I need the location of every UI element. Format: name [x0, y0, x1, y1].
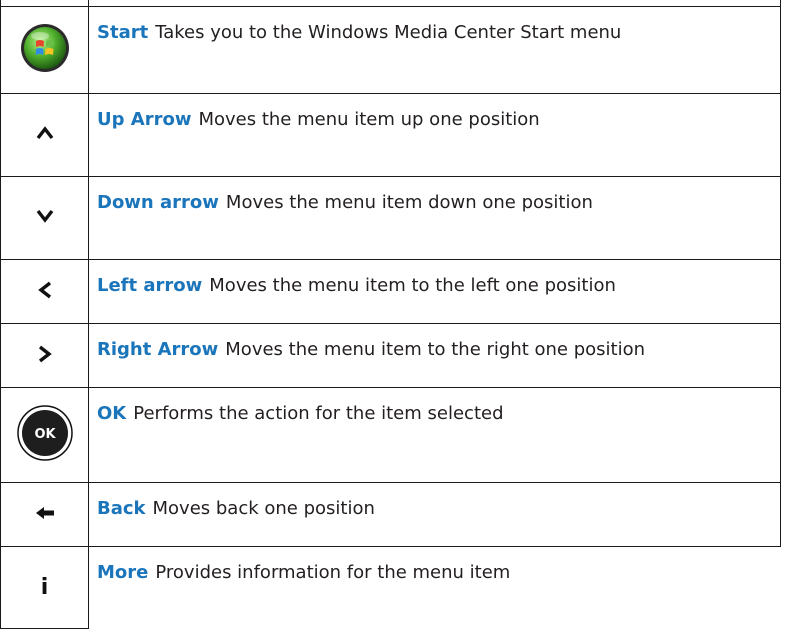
term-label: More [97, 562, 149, 583]
table-row: i More Provides information for the menu … [0, 546, 781, 629]
term-label: Down arrow [97, 192, 219, 213]
table-row: Back Moves back one position [0, 482, 781, 547]
table-row: Up Arrow Moves the menu item up one posit… [0, 93, 781, 177]
term-label: Left arrow [97, 275, 203, 296]
table-row: Left arrow Moves the menu item to the lef… [0, 259, 781, 324]
table-row: Right Arrow Moves the menu item to the ri… [0, 323, 781, 388]
ok-button-icon: OK [16, 405, 73, 461]
description-text: Takes you to the Windows Media Center St… [155, 22, 622, 43]
icon-cell [0, 323, 89, 388]
icon-cell: OK [0, 387, 89, 483]
table-row: Start Takes you to the Windows Media Cent… [0, 6, 781, 94]
windows-start-icon [19, 22, 71, 74]
term-label: Back [97, 498, 146, 519]
icon-cell [0, 176, 89, 260]
left-arrow-icon [37, 280, 53, 300]
description-cell: Back Moves back one position [88, 482, 781, 547]
description-cell: Up Arrow Moves the menu item up one posit… [88, 93, 781, 177]
description-text: Moves the menu item down one position [225, 192, 593, 213]
back-arrow-icon [34, 505, 56, 521]
description-cell: OK Performs the action for the item selec… [88, 387, 781, 483]
description-cell: Start Takes you to the Windows Media Cent… [88, 6, 781, 94]
right-arrow-icon [37, 344, 53, 364]
table-row: OK OK Performs the action for the item se… [0, 387, 781, 483]
icon-cell: i [0, 546, 89, 629]
description-cell: Down arrow Moves the menu item down one p… [88, 176, 781, 260]
icon-cell [0, 259, 89, 324]
icon-cell [0, 6, 89, 94]
up-arrow-icon [35, 125, 55, 141]
down-arrow-icon [35, 208, 55, 224]
description-cell: More Provides information for the menu it… [88, 546, 781, 629]
icon-cell [0, 93, 89, 177]
description-text: Provides information for the menu item [155, 562, 511, 583]
table-row: Down arrow Moves the menu item down one p… [0, 176, 781, 260]
description-text: Moves the menu item to the left one posi… [209, 275, 616, 296]
term-label: Right Arrow [97, 339, 219, 360]
term-label: Up Arrow [97, 109, 192, 130]
term-label: OK [97, 403, 127, 424]
description-text: Moves the menu item to the right one pos… [225, 339, 646, 360]
remote-buttons-table: Start Takes you to the Windows Media Cent… [0, 0, 781, 629]
description-text: Moves back one position [152, 498, 375, 519]
description-text: Moves the menu item up one position [198, 109, 540, 130]
description-cell: Right Arrow Moves the menu item to the ri… [88, 323, 781, 388]
ok-icon-label: OK [34, 427, 56, 442]
icon-cell [0, 482, 89, 547]
description-cell: Left arrow Moves the menu item to the lef… [88, 259, 781, 324]
info-icon: i [40, 575, 49, 600]
term-label: Start [97, 22, 149, 43]
description-text: Performs the action for the item selecte… [133, 403, 504, 424]
